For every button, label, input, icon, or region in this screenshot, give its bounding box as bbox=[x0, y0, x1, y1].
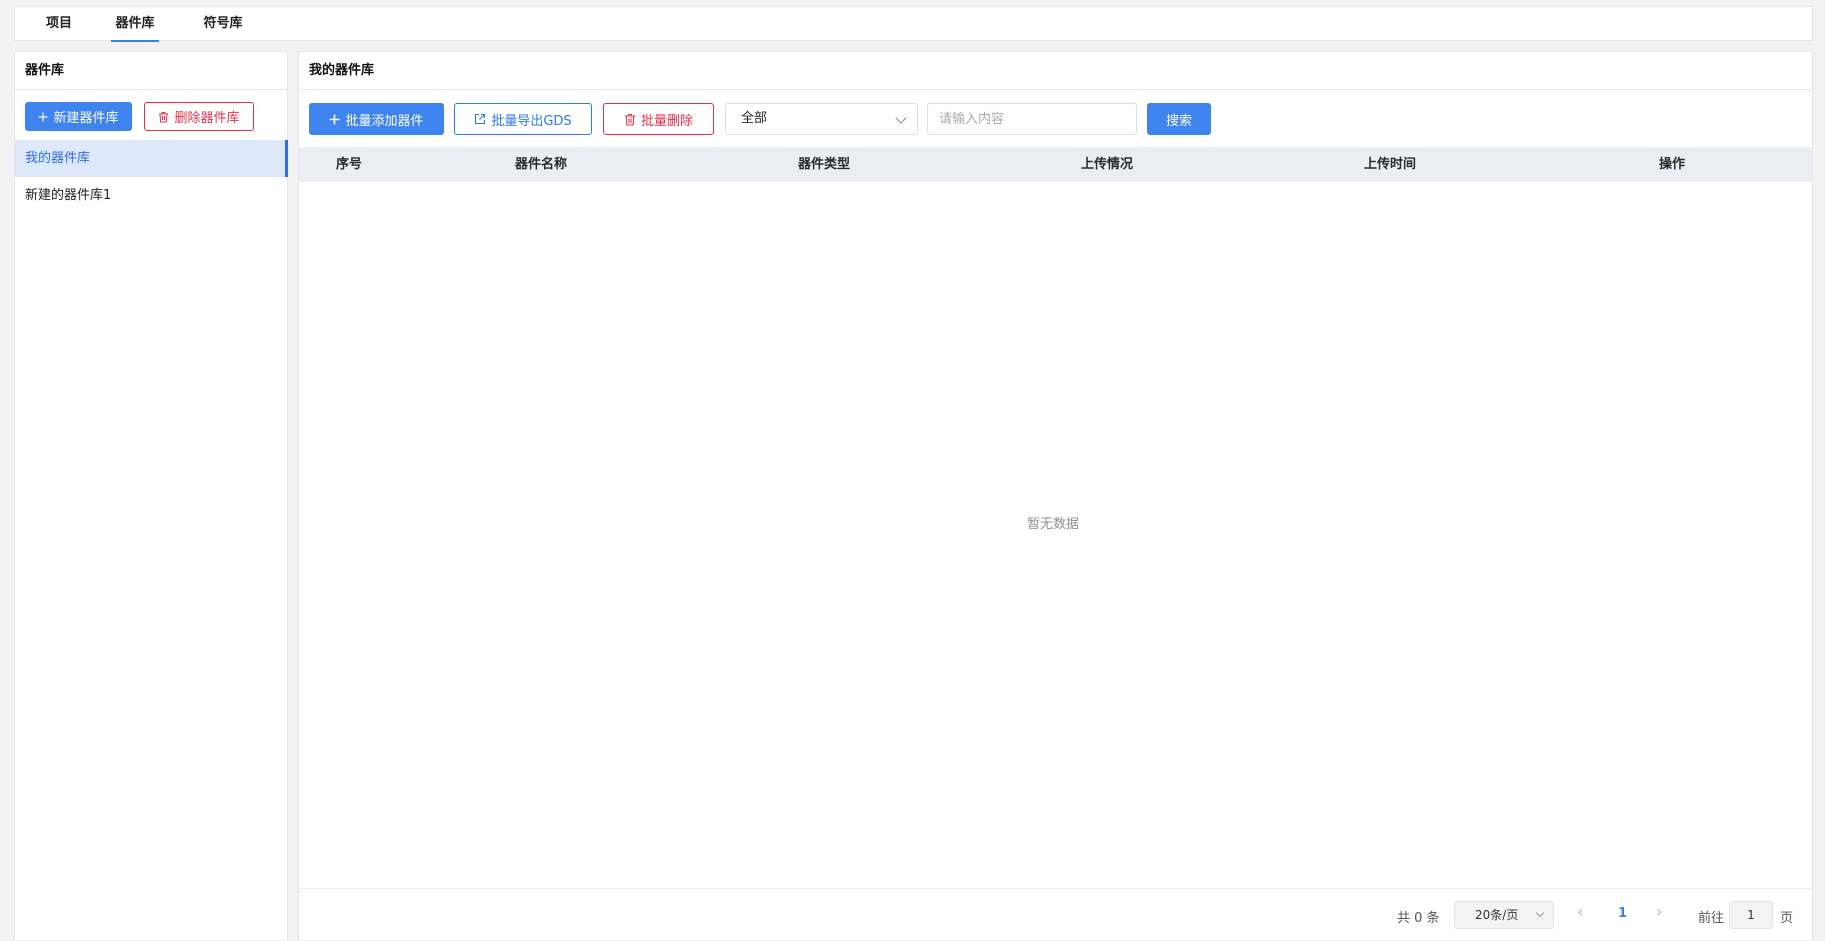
page-size-value: 20条/页 bbox=[1475, 908, 1519, 922]
next-page-icon[interactable]: › bbox=[1656, 902, 1662, 921]
column-header-upload-time[interactable]: 上传时间 bbox=[1364, 147, 1416, 182]
tab-symbol-library[interactable]: 符号库 bbox=[199, 7, 247, 42]
tab-projects[interactable]: 项目 bbox=[39, 7, 79, 42]
pagination: 共 0 条 20条/页 ‹ 1 › 前往 页 bbox=[299, 888, 1812, 941]
empty-table-message: 暂无数据 bbox=[1027, 517, 1080, 532]
plus-icon bbox=[38, 112, 48, 122]
delete-library-button[interactable]: 删除器件库 bbox=[144, 102, 254, 131]
external-link-icon bbox=[474, 113, 486, 125]
batch-export-label: 批量导出GDS bbox=[491, 113, 572, 129]
current-page[interactable]: 1 bbox=[1618, 906, 1627, 921]
total-count: 共 0 条 bbox=[1397, 911, 1440, 926]
batch-add-button[interactable]: 批量添加器件 bbox=[309, 103, 444, 135]
search-button[interactable]: 搜索 bbox=[1147, 103, 1211, 135]
batch-delete-label: 批量删除 bbox=[640, 113, 693, 129]
content-title: 我的器件库 bbox=[299, 52, 1812, 90]
type-filter-value: 全部 bbox=[741, 111, 768, 126]
column-header-upload-status[interactable]: 上传情况 bbox=[1081, 147, 1133, 182]
batch-export-gds-button[interactable]: 批量导出GDS bbox=[454, 103, 592, 135]
delete-library-label: 删除器件库 bbox=[174, 111, 240, 126]
tab-component-library[interactable]: 器件库 bbox=[111, 7, 159, 42]
column-header-index[interactable]: 序号 bbox=[336, 147, 362, 182]
table-header: 序号 器件名称 器件类型 上传情况 上传时间 操作 bbox=[299, 147, 1812, 182]
new-library-label: 新建器件库 bbox=[53, 111, 119, 126]
prev-page-icon[interactable]: ‹ bbox=[1577, 902, 1583, 921]
goto-label: 前往 bbox=[1698, 911, 1725, 926]
chevron-down-icon bbox=[1535, 908, 1545, 918]
new-library-button[interactable]: 新建器件库 bbox=[25, 102, 132, 131]
search-button-label: 搜索 bbox=[1165, 113, 1192, 129]
trash-icon bbox=[158, 111, 169, 123]
library-content-panel: 我的器件库 批量添加器件 批量导出GDS 批量删除 全部 搜索 序号 器件名称 … bbox=[298, 51, 1813, 940]
sidebar-title: 器件库 bbox=[15, 52, 287, 90]
goto-page-input[interactable] bbox=[1729, 901, 1773, 929]
library-item-new-library-1[interactable]: 新建的器件库1 bbox=[15, 177, 288, 214]
library-sidebar: 器件库 新建器件库 删除器件库 我的器件库 新建的器件库1 bbox=[14, 51, 288, 940]
batch-delete-button[interactable]: 批量删除 bbox=[603, 103, 714, 135]
page-suffix: 页 bbox=[1780, 911, 1794, 926]
trash-icon bbox=[624, 113, 636, 126]
type-filter-select[interactable]: 全部 bbox=[725, 103, 918, 135]
column-header-actions[interactable]: 操作 bbox=[1659, 147, 1685, 182]
plus-icon bbox=[329, 114, 340, 125]
top-tab-bar: 项目 器件库 符号库 bbox=[14, 6, 1813, 42]
column-header-name[interactable]: 器件名称 bbox=[515, 147, 567, 182]
batch-add-label: 批量添加器件 bbox=[345, 113, 424, 129]
search-input[interactable] bbox=[927, 103, 1137, 135]
library-item-my-library[interactable]: 我的器件库 bbox=[15, 140, 288, 177]
page-size-select[interactable]: 20条/页 bbox=[1454, 901, 1554, 929]
column-header-type[interactable]: 器件类型 bbox=[798, 147, 850, 182]
chevron-down-icon bbox=[895, 112, 907, 124]
